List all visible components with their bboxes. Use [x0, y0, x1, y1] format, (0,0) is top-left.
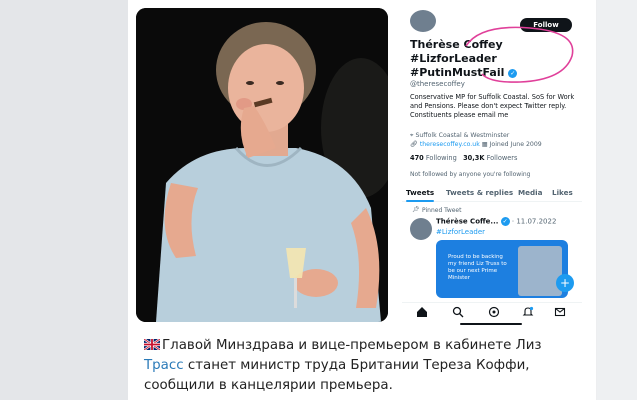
uk-flag-icon: [144, 339, 160, 350]
media-caption: Proud to be backing my friend Liz Truss …: [448, 254, 507, 281]
tab-tweets[interactable]: Tweets: [406, 188, 435, 202]
not-followed-note: Not followed by anyone you're following: [410, 171, 531, 178]
news-post-card: Follow Thérèse Coffey #LizforLeader #Put…: [128, 0, 596, 400]
follow-counts: 470 Following 30,3K Followers: [410, 154, 517, 162]
profile-joined: Joined June 2009: [489, 141, 542, 148]
link-icon: 🔗︎: [410, 141, 420, 148]
pinned-tweet-hashtag[interactable]: #LizforLeader: [436, 228, 485, 236]
spaces-icon[interactable]: [488, 306, 500, 318]
person-photo-illustration: [136, 8, 388, 322]
tab-media[interactable]: Media: [518, 188, 543, 197]
messages-icon[interactable]: [554, 306, 566, 318]
tab-tweets-replies[interactable]: Tweets & replies: [446, 188, 513, 197]
annotation-circle-icon: [465, 26, 574, 83]
profile-tabs: Tweets Tweets & replies Media Likes: [402, 186, 582, 202]
pin-icon: 📌︎: [412, 206, 420, 213]
pinned-tweet-media[interactable]: Proud to be backing my friend Liz Truss …: [436, 240, 568, 298]
bottom-nav: [402, 302, 582, 320]
notifications-icon[interactable]: [522, 306, 534, 318]
caption-text-part2: станет министр труда Британии Тереза Коф…: [144, 358, 530, 393]
search-icon[interactable]: [452, 306, 464, 318]
profile-location: Suffolk Coastal & Westminster: [415, 132, 510, 139]
followers-link[interactable]: 30,3K Followers: [463, 154, 517, 162]
following-link[interactable]: 470 Following: [410, 154, 457, 162]
tab-likes[interactable]: Likes: [552, 188, 573, 197]
verified-badge-icon: ✓: [500, 217, 510, 226]
caption-text-part1: Главой Минздрава и вице-премьером в каби…: [162, 338, 542, 353]
pinned-tweet-avatar[interactable]: [410, 218, 432, 240]
media-photo: [518, 246, 562, 296]
profile-website-link[interactable]: theresecoffey.co.uk: [420, 141, 480, 148]
pinned-tweet-date: · 11.07.2022: [511, 217, 557, 226]
pinned-tweet-header: Thérèse Coffe... ✓ · 11.07.2022: [436, 217, 556, 226]
person-photo: [136, 8, 388, 322]
profile-avatar[interactable]: [408, 8, 438, 34]
twitter-profile-screenshot: Follow Thérèse Coffey #LizforLeader #Put…: [402, 8, 582, 328]
right-gutter: [597, 0, 637, 400]
pinned-tweet-author[interactable]: Thérèse Coffe...: [436, 218, 498, 226]
left-gutter: [0, 0, 128, 400]
profile-handle: @theresecoffey: [410, 80, 465, 88]
caption-link-truss[interactable]: Трасс: [144, 358, 184, 373]
home-indicator-bar: [460, 323, 522, 325]
pinned-tweet-label: Pinned Tweet: [422, 207, 462, 214]
post-image-collage[interactable]: Follow Thérèse Coffey #LizforLeader #Put…: [136, 8, 582, 328]
page: Follow Thérèse Coffey #LizforLeader #Put…: [0, 0, 637, 400]
post-caption: Главой Минздрава и вице-премьером в каби…: [144, 336, 584, 396]
calendar-icon: ▦: [481, 141, 490, 148]
compose-tweet-button[interactable]: +: [556, 274, 574, 292]
home-icon[interactable]: [416, 306, 428, 318]
profile-bio: Conservative MP for Suffolk Coastal. SoS…: [410, 93, 575, 119]
profile-meta: ⌖ Suffolk Coastal & Westminster 🔗︎ there…: [410, 131, 580, 149]
